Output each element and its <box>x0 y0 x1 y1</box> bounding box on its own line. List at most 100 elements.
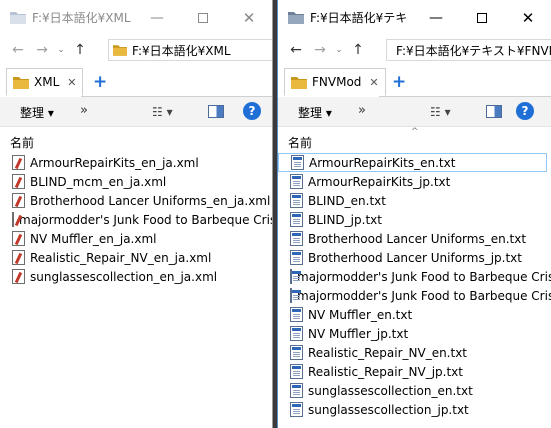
minimize-icon: — <box>429 9 443 26</box>
tab-bar: XML ✕ + <box>0 65 272 97</box>
list-item[interactable]: NV Muffler_jp.txt <box>278 324 551 343</box>
view-options-button[interactable]: ☷ ▾ <box>430 105 451 119</box>
help-button[interactable]: ? <box>516 102 534 120</box>
folder-icon <box>13 76 29 89</box>
title-bar[interactable]: F:¥日本語化¥テキ — ✕ <box>278 0 551 35</box>
list-item[interactable]: Realistic_Repair_NV_en_ja.xml <box>0 248 272 267</box>
close-icon: ✕ <box>521 8 535 27</box>
window-title: F:¥日本語化¥テキ <box>310 11 408 25</box>
recent-locations-button[interactable]: ⌄ <box>332 45 346 55</box>
folder-icon <box>10 12 26 24</box>
tab-bar: FNVMod ✕ + <box>278 65 551 97</box>
text-file-icon <box>290 307 303 322</box>
list-item-selected[interactable]: ArmourRepairKits_en.txt <box>278 153 547 172</box>
xml-file-icon <box>12 212 14 227</box>
text-file-icon <box>290 326 303 341</box>
explorer-window-xml: F:¥日本語化¥XML — ✕ ← → ⌄ ↑ F:¥日本語化¥XML XML … <box>0 0 273 428</box>
close-button[interactable]: ✕ <box>226 0 272 35</box>
list-item[interactable]: BLIND_en.txt <box>278 191 551 210</box>
close-button[interactable]: ✕ <box>505 0 551 35</box>
maximize-icon <box>477 12 487 23</box>
more-commands-button[interactable]: » <box>358 103 366 118</box>
file-list: ArmourRepairKits_en.txt ArmourRepairKits… <box>278 153 551 419</box>
text-file-icon <box>290 364 303 379</box>
column-header[interactable]: 名前 <box>0 127 272 153</box>
back-button[interactable]: ← <box>6 42 30 58</box>
column-header[interactable]: 名前 ^ <box>278 127 551 153</box>
chevron-down-icon: ▾ <box>325 106 332 120</box>
xml-file-icon <box>12 155 25 170</box>
new-tab-button[interactable]: + <box>93 72 107 92</box>
list-item[interactable]: majormodder's Junk Food to Barbeque Cris… <box>278 267 551 286</box>
preview-pane-icon[interactable] <box>486 105 502 118</box>
column-name-label: 名前 <box>288 136 313 150</box>
maximize-icon <box>198 12 208 23</box>
list-item[interactable]: Brotherhood Lancer Uniforms_en.txt <box>278 229 551 248</box>
organize-menu[interactable]: 整理 ▾ <box>298 104 332 121</box>
maximize-button[interactable] <box>459 0 505 35</box>
help-button[interactable]: ? <box>243 102 261 120</box>
xml-file-icon <box>12 174 25 189</box>
address-text: F:¥日本語化¥XML <box>132 43 231 58</box>
view-options-button[interactable]: ☷ ▾ <box>152 105 173 119</box>
title-bar[interactable]: F:¥日本語化¥XML — ✕ <box>0 0 272 35</box>
folder-icon <box>291 76 307 89</box>
up-button[interactable]: ↑ <box>346 42 370 58</box>
preview-pane-icon[interactable] <box>208 105 224 118</box>
list-item[interactable]: Brotherhood Lancer Uniforms_jp.txt <box>278 248 551 267</box>
tab-close-icon[interactable]: ✕ <box>369 76 378 89</box>
tab-xml[interactable]: XML ✕ <box>6 68 84 96</box>
organize-label: 整理 <box>298 106 323 120</box>
address-bar[interactable]: F:¥日本語化¥テキスト¥FNVM <box>386 39 551 61</box>
forward-button[interactable]: → <box>308 42 332 58</box>
list-item[interactable]: sunglassescollection_en.txt <box>278 381 551 400</box>
list-item[interactable]: majormodder's Junk Food to Barbeque Cris… <box>0 210 272 229</box>
list-item[interactable]: Realistic_Repair_NV_jp.txt <box>278 362 551 381</box>
list-item[interactable]: NV Muffler_en_ja.xml <box>0 229 272 248</box>
xml-file-icon <box>12 269 25 284</box>
text-file-icon <box>290 250 303 265</box>
text-file-icon <box>290 402 303 417</box>
list-item[interactable]: ArmourRepairKits_en_ja.xml <box>0 153 272 172</box>
list-item[interactable]: Brotherhood Lancer Uniforms_en_ja.xml <box>0 191 272 210</box>
list-item[interactable]: majormodder's Junk Food to Barbeque Cris… <box>278 286 551 305</box>
tab-label: XML <box>34 75 60 89</box>
explorer-window-fnvmod: F:¥日本語化¥テキ — ✕ ← → ⌄ ↑ F:¥日本語化¥テキスト¥FNVM… <box>277 0 551 428</box>
navigation-bar: ← → ⌄ ↑ F:¥日本語化¥XML <box>0 35 272 65</box>
recent-locations-button[interactable]: ⌄ <box>54 45 68 55</box>
column-name-label: 名前 <box>10 136 35 150</box>
maximize-button[interactable] <box>180 0 226 35</box>
organize-menu[interactable]: 整理 ▾ <box>20 104 54 121</box>
address-bar[interactable]: F:¥日本語化¥XML <box>108 39 272 61</box>
tab-close-icon[interactable]: ✕ <box>67 76 76 89</box>
folder-icon <box>113 45 127 56</box>
minimize-icon: — <box>150 9 164 26</box>
more-commands-button[interactable]: » <box>80 103 88 118</box>
list-item[interactable]: sunglassescollection_jp.txt <box>278 400 551 419</box>
xml-file-icon <box>12 231 25 246</box>
text-file-icon <box>290 174 303 189</box>
new-tab-button[interactable]: + <box>392 72 406 92</box>
xml-file-icon <box>12 250 25 265</box>
minimize-button[interactable]: — <box>134 0 180 35</box>
sort-ascending-icon: ^ <box>411 127 419 137</box>
list-item[interactable]: Realistic_Repair_NV_en.txt <box>278 343 551 362</box>
list-item[interactable]: BLIND_jp.txt <box>278 210 551 229</box>
list-item[interactable]: BLIND_mcm_en_ja.xml <box>0 172 272 191</box>
tab-label: FNVMod <box>312 75 362 89</box>
text-file-icon <box>290 269 301 284</box>
text-file-icon <box>290 345 303 360</box>
back-button[interactable]: ← <box>284 42 308 58</box>
list-item[interactable]: sunglassescollection_en_ja.xml <box>0 267 272 286</box>
forward-button[interactable]: → <box>30 42 54 58</box>
text-file-icon <box>290 383 303 398</box>
address-text: F:¥日本語化¥テキスト¥FNVM <box>396 43 551 58</box>
desktop-glyph: e <box>0 292 8 306</box>
chevron-down-icon: ▾ <box>47 106 54 120</box>
list-item[interactable]: NV Muffler_en.txt <box>278 305 551 324</box>
minimize-button[interactable]: — <box>413 0 459 35</box>
tab-fnvmod[interactable]: FNVMod ✕ <box>284 68 386 96</box>
folder-icon <box>288 12 304 24</box>
list-item[interactable]: ArmourRepairKits_jp.txt <box>278 172 551 191</box>
up-button[interactable]: ↑ <box>68 42 92 58</box>
